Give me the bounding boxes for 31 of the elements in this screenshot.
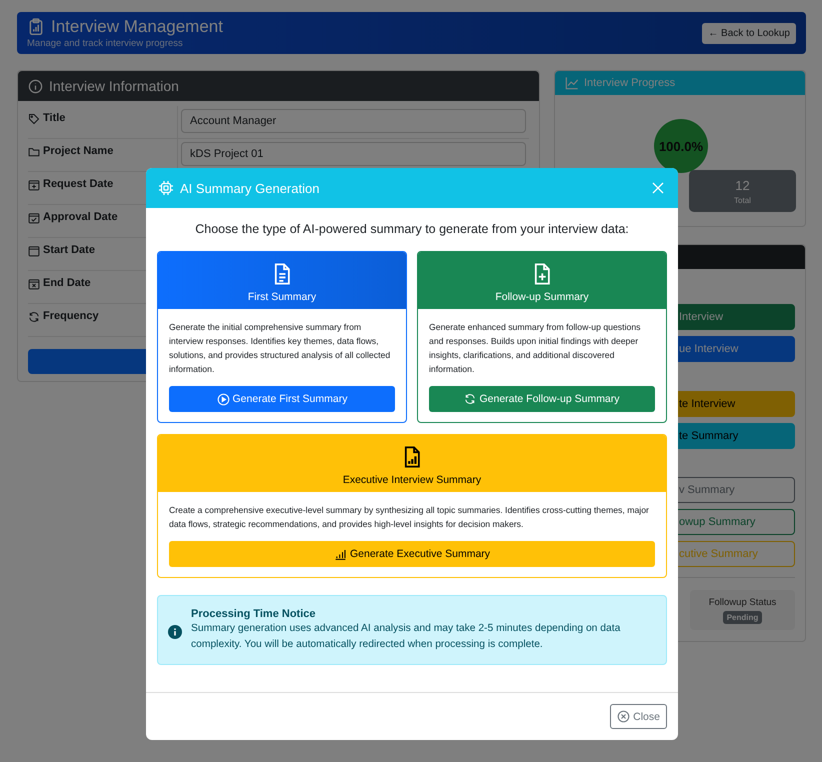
back-button[interactable]: ← Back to Lookup xyxy=(702,22,796,44)
progress-circle: 100.0% xyxy=(654,119,708,173)
status-badge: Pending xyxy=(722,610,762,624)
option-description: Generate the initial comprehensive summary from interview responses. Identifies key themes, data flows, solutions, and provides structured analysis of all collected information. xyxy=(169,321,392,376)
field-label: Frequency xyxy=(43,310,99,322)
field-label: Approval Date xyxy=(43,211,118,223)
field-label: End Date xyxy=(43,277,91,289)
notice-title: Processing Time Notice xyxy=(191,608,317,620)
card-title: Interview Progress xyxy=(584,77,676,89)
stat-value: 12 xyxy=(735,178,750,192)
field-value[interactable]: kDS Project 01 xyxy=(181,142,526,166)
status-label: Followup Status xyxy=(708,596,776,608)
modal-intro: Choose the type of AI-powered summary to generate from your interview data: xyxy=(194,222,630,236)
field-label: Title xyxy=(43,112,66,124)
card-title: Interview Information xyxy=(49,78,179,94)
field-label: Request Date xyxy=(43,178,114,190)
field-label: Project Name xyxy=(43,145,114,157)
page-subtitle: Manage and track interview progress xyxy=(27,38,184,48)
modal-title: AI Summary Generation xyxy=(180,180,320,196)
close-button[interactable]: Close xyxy=(610,704,667,729)
field-label: Start Date xyxy=(43,244,95,256)
generate-button[interactable]: Generate First Summary xyxy=(169,386,395,412)
stat-label: Total xyxy=(734,196,751,204)
notice-text: Summary generation uses advanced AI analysis and may take 2-5 minutes depending on data complexity. You will be automatically redirected when processing is complete. xyxy=(191,622,622,652)
generate-button[interactable]: Generate Executive Summary xyxy=(169,541,655,567)
field-value[interactable]: Account Manager xyxy=(181,109,526,133)
page-title: Interview Management xyxy=(51,18,223,36)
generate-button[interactable]: Generate Follow-up Summary xyxy=(429,386,655,412)
option-title: First Summary xyxy=(248,291,316,303)
option-title: Executive Interview Summary xyxy=(342,474,482,486)
option-title: Follow-up Summary xyxy=(495,291,589,303)
